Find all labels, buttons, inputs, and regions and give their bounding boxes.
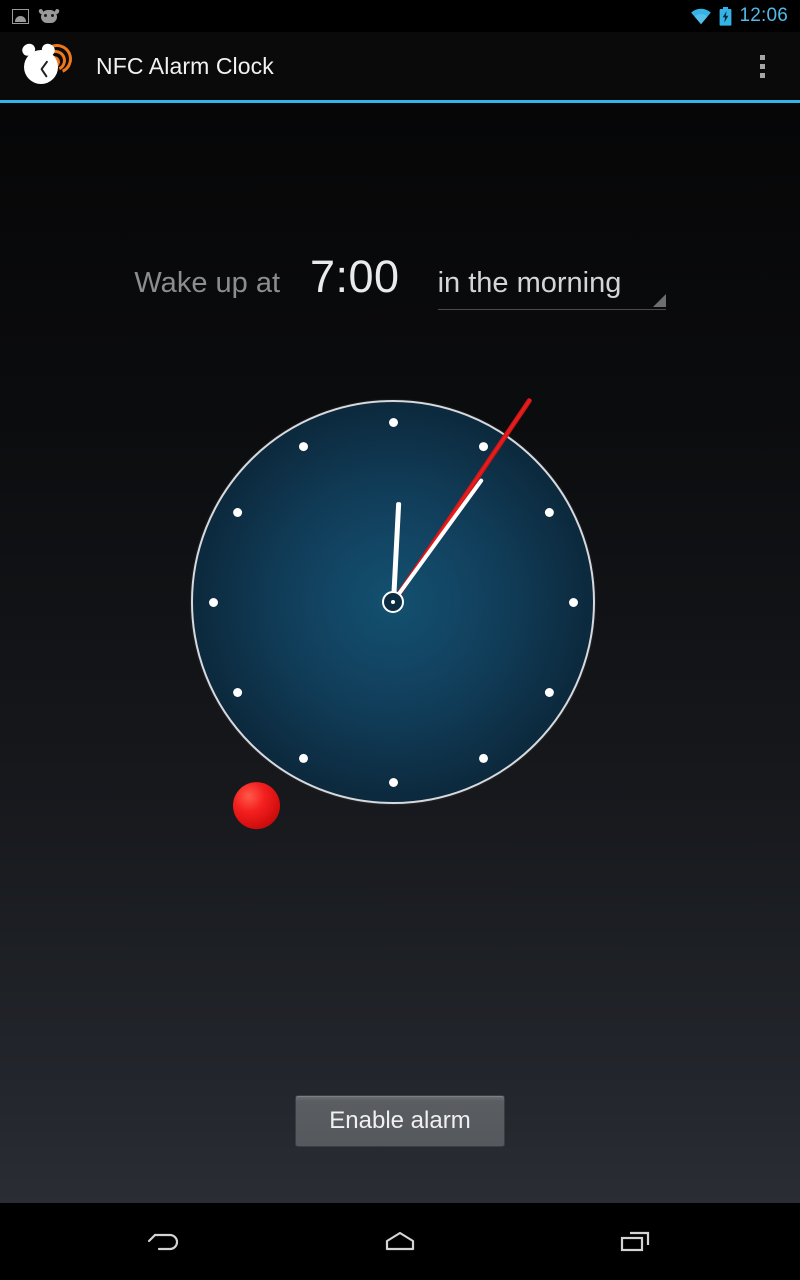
clock-tick	[544, 687, 554, 697]
clock-tick	[478, 441, 488, 451]
clock-tick	[388, 777, 398, 787]
status-bar-system-icons: 12:06	[690, 5, 800, 27]
nav-recents-button[interactable]	[600, 1214, 670, 1270]
overflow-dot	[759, 63, 765, 69]
status-bar-notifications	[0, 7, 60, 24]
clock-tick	[298, 441, 308, 451]
device-screen: 12:06 NFC Alarm Clock Wake up at 7:00 in…	[0, 0, 800, 1280]
alarm-hand-knob[interactable]	[232, 781, 280, 829]
clock-center-hub	[382, 591, 404, 613]
nav-home-button[interactable]	[365, 1214, 435, 1270]
clock-tick	[232, 507, 242, 517]
home-icon	[385, 1231, 415, 1250]
wake-up-row: Wake up at 7:00 in the morning	[0, 251, 800, 310]
overflow-dot	[759, 54, 765, 60]
gallery-image-icon	[12, 8, 29, 24]
alarm-clock-nfc-icon	[20, 39, 77, 90]
overflow-dot	[759, 72, 765, 78]
spinner-dropdown-icon	[652, 294, 666, 307]
main-content: Wake up at 7:00 in the morning Enable al…	[0, 103, 800, 1203]
recent-apps-icon	[620, 1231, 650, 1251]
clock-tick	[478, 753, 488, 763]
app-title: NFC Alarm Clock	[96, 52, 274, 79]
nav-back-button[interactable]	[130, 1214, 200, 1270]
status-bar-clock: 12:06	[739, 5, 788, 26]
period-spinner-value: in the morning	[437, 267, 622, 299]
clock-tick	[232, 687, 242, 697]
period-spinner[interactable]: in the morning	[437, 267, 666, 310]
enable-alarm-button[interactable]: Enable alarm	[295, 1095, 505, 1147]
battery-charging-icon	[720, 6, 732, 26]
wifi-icon	[691, 8, 712, 24]
clock-tick	[208, 597, 218, 607]
status-bar: 12:06	[0, 0, 800, 32]
alarm-time-value[interactable]: 7:00	[310, 251, 400, 303]
action-bar: NFC Alarm Clock	[0, 32, 800, 100]
wake-up-label: Wake up at	[134, 267, 280, 299]
analog-clock[interactable]	[191, 397, 595, 829]
clock-tick	[298, 753, 308, 763]
overflow-menu-button[interactable]	[748, 44, 776, 88]
navigation-bar	[0, 1203, 800, 1280]
clock-tick	[388, 417, 398, 427]
clock-tick	[568, 597, 578, 607]
back-arrow-icon	[147, 1233, 179, 1250]
android-head-icon	[38, 7, 60, 24]
clock-tick	[544, 507, 554, 517]
